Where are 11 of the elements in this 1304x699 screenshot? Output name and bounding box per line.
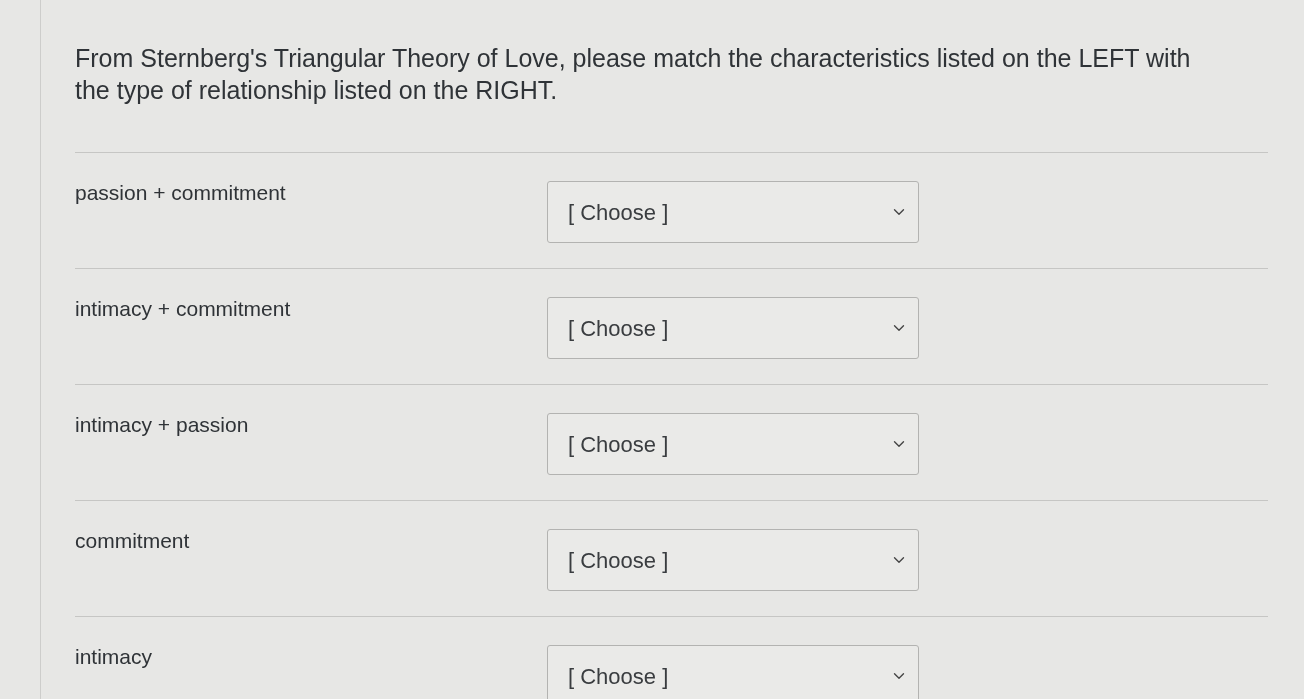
characteristic-label: intimacy + commitment — [75, 296, 292, 322]
characteristic-label: intimacy + passion — [75, 412, 250, 438]
choose-dropdown[interactable]: [ Choose ] — [547, 529, 919, 591]
question-text: From Sternberg's Triangular Theory of Love, please match the characteristics listed on the LEFT with the type of relationship listed on the RIGHT. — [75, 43, 1192, 106]
choose-dropdown[interactable]: [ Choose ] — [547, 297, 919, 359]
choose-dropdown[interactable]: [ Choose ] — [547, 645, 919, 699]
choose-dropdown[interactable]: [ Choose ] — [547, 181, 919, 243]
characteristic-label: commitment — [75, 528, 191, 554]
characteristic-label: passion + commitment — [75, 180, 287, 206]
characteristic-label: intimacy — [75, 644, 154, 670]
choose-dropdown[interactable]: [ Choose ] — [547, 413, 919, 475]
